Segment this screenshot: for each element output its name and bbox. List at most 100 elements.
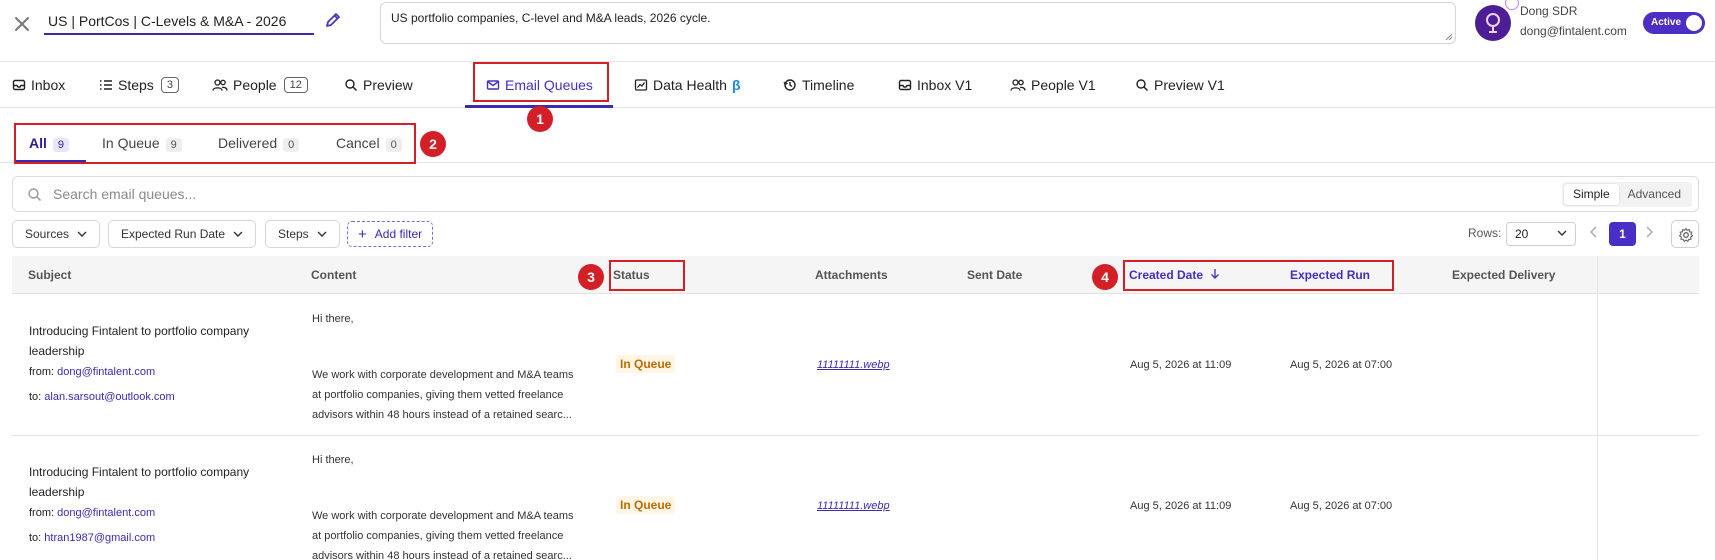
annotation-box-1 <box>473 62 609 102</box>
row-expected-run: Aug 5, 2026 at 07:00 <box>1290 359 1393 371</box>
pencil-icon[interactable] <box>324 11 342 29</box>
add-filter-button[interactable]: + Add filter <box>347 221 434 247</box>
from-address-link[interactable]: dong@fintalent.com <box>57 507 155 519</box>
from-label: from: <box>29 366 55 378</box>
user-email: dong@fintalent.com <box>1520 24 1627 38</box>
to-label: to: <box>29 391 42 403</box>
table-row[interactable]: Introducing Fintalent to portfolio compa… <box>12 295 1699 436</box>
rows-per-page-value: 20 <box>1515 227 1529 241</box>
row-content-body: We work with corporate development and M… <box>312 369 574 421</box>
to-label: to: <box>29 532 42 544</box>
tab-data-health[interactable]: Data Health β <box>634 62 740 108</box>
column-expected-delivery[interactable]: Expected Delivery <box>1452 268 1555 282</box>
active-toggle[interactable]: Active <box>1643 12 1705 34</box>
tab-inbox-v1-label: Inbox V1 <box>917 77 973 93</box>
steps-filter[interactable]: Steps <box>265 220 340 248</box>
next-page-icon[interactable] <box>1645 226 1654 241</box>
previous-page-icon[interactable] <box>1589 226 1598 241</box>
sources-filter-label: Sources <box>25 227 70 241</box>
column-sent-date[interactable]: Sent Date <box>967 268 1022 282</box>
attachment-link[interactable]: 11111111.webp <box>817 359 890 371</box>
annotation-box-2 <box>14 123 416 164</box>
table-row[interactable]: Introducing Fintalent to portfolio compa… <box>12 436 1699 560</box>
annotation-box-4 <box>1123 260 1394 291</box>
column-subject[interactable]: Subject <box>28 268 71 282</box>
tab-inbox-v1[interactable]: Inbox V1 <box>898 62 972 108</box>
steps-filter-label: Steps <box>278 227 309 241</box>
tab-people-v1[interactable]: People V1 <box>1010 62 1096 108</box>
row-subject: Introducing Fintalent to portfolio compa… <box>29 324 250 358</box>
plus-icon: + <box>358 225 367 243</box>
to-address-link[interactable]: alan.sarsout@outlook.com <box>44 391 174 403</box>
resize-grip-icon[interactable] <box>1444 32 1452 40</box>
annotation-marker-4: 4 <box>1092 264 1118 290</box>
tab-preview[interactable]: Preview <box>344 62 413 108</box>
chevron-down-icon <box>1557 230 1567 236</box>
header: US | PortCos | C-Levels & M&A - 2026 US … <box>0 0 1715 62</box>
chevron-down-icon <box>77 231 87 237</box>
sources-filter[interactable]: Sources <box>12 220 101 248</box>
row-content-greeting: Hi there, <box>312 454 354 466</box>
expected-run-date-filter-label: Expected Run Date <box>121 227 226 241</box>
people-icon <box>1010 79 1026 91</box>
tab-people-v1-label: People V1 <box>1031 77 1096 93</box>
rows-label: Rows: <box>1468 226 1502 240</box>
annotation-marker-1: 1 <box>527 106 553 132</box>
campaign-description-text: US portfolio companies, C-level and M&A … <box>391 11 711 25</box>
to-address-link[interactable]: htran1987@gmail.com <box>44 532 155 544</box>
search-bar: Simple Advanced <box>12 176 1699 212</box>
inbox-icon <box>898 79 912 91</box>
tab-people-count: 12 <box>283 77 308 93</box>
row-created-date: Aug 5, 2026 at 11:09 <box>1130 359 1232 371</box>
campaign-description-textarea[interactable]: US portfolio companies, C-level and M&A … <box>380 2 1456 44</box>
avatar[interactable] <box>1475 5 1511 41</box>
toggle-knob <box>1686 15 1702 31</box>
tab-preview-v1-label: Preview V1 <box>1154 77 1225 93</box>
active-toggle-label: Active <box>1651 17 1682 28</box>
table-settings-button[interactable] <box>1671 220 1699 248</box>
row-from: from: dong@fintalent.com <box>29 507 155 519</box>
search-icon <box>28 188 42 202</box>
list-icon <box>100 80 112 90</box>
close-icon[interactable] <box>12 14 32 34</box>
tab-inbox[interactable]: Inbox <box>12 62 65 108</box>
user-name: Dong SDR <box>1520 4 1578 18</box>
attachment-link[interactable]: 11111111.webp <box>817 500 890 512</box>
people-icon <box>212 79 228 91</box>
row-expected-run: Aug 5, 2026 at 07:00 <box>1290 500 1393 512</box>
tab-data-health-label: Data Health <box>653 77 727 93</box>
row-to: to: alan.sarsout@outlook.com <box>29 391 175 403</box>
row-content-greeting: Hi there, <box>312 313 354 325</box>
from-address-link[interactable]: dong@fintalent.com <box>57 366 155 378</box>
status-badge: In Queue <box>616 355 676 373</box>
campaign-title-input[interactable]: US | PortCos | C-Levels & M&A - 2026 <box>44 8 314 35</box>
tab-preview-label: Preview <box>363 77 413 93</box>
column-attachments[interactable]: Attachments <box>815 268 888 282</box>
chart-icon <box>634 79 648 91</box>
advanced-mode-button[interactable]: Advanced <box>1619 184 1690 205</box>
annotation-box-3 <box>609 260 685 291</box>
main-tabs: Inbox Steps 3 People 12 Preview Email Qu… <box>0 62 1715 108</box>
page-number-button[interactable]: 1 <box>1609 222 1636 246</box>
row-content-body: We work with corporate development and M… <box>312 510 574 560</box>
tab-steps[interactable]: Steps 3 <box>99 62 179 108</box>
tab-timeline[interactable]: Timeline <box>783 62 854 108</box>
row-created-date: Aug 5, 2026 at 11:09 <box>1130 500 1232 512</box>
rows-per-page-select[interactable]: 20 <box>1506 222 1576 246</box>
table-header: Subject Content Status Attachments Sent … <box>12 256 1699 294</box>
search-icon <box>345 79 358 92</box>
expected-run-date-filter[interactable]: Expected Run Date <box>108 220 257 248</box>
gear-icon <box>1678 227 1694 243</box>
tab-inbox-label: Inbox <box>31 77 66 93</box>
beta-badge: β <box>731 77 741 93</box>
annotation-marker-2: 2 <box>420 131 446 157</box>
chevron-down-icon <box>233 231 243 237</box>
row-from: from: dong@fintalent.com <box>29 366 155 378</box>
tab-preview-v1[interactable]: Preview V1 <box>1135 62 1225 108</box>
chevron-down-icon <box>317 231 327 237</box>
column-content[interactable]: Content <box>311 268 356 282</box>
search-input[interactable] <box>53 183 953 205</box>
simple-mode-button[interactable]: Simple <box>1563 184 1619 205</box>
tab-people[interactable]: People 12 <box>212 62 308 108</box>
annotation-marker-3: 3 <box>578 264 604 290</box>
